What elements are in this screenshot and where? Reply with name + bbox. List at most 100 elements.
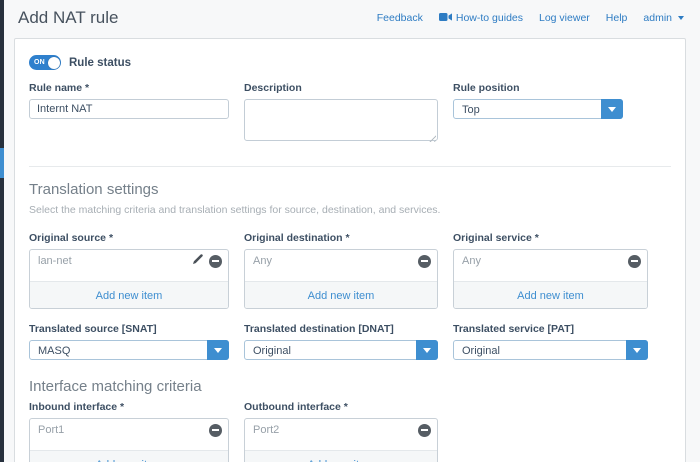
original-destination-label: Original destination *	[244, 232, 438, 244]
item-value: lan-net	[38, 255, 72, 267]
minus-circle-icon[interactable]	[209, 255, 222, 268]
admin-menu[interactable]: admin	[643, 12, 684, 24]
feedback-link[interactable]: Feedback	[377, 12, 423, 24]
description-textarea-wrap	[244, 99, 438, 146]
translated-service-group: Translated service [PAT] Original	[453, 323, 648, 360]
rule-status-label: Rule status	[69, 57, 131, 69]
page-title: Add NAT rule	[18, 8, 118, 28]
item-box-footer: Add new item	[245, 450, 437, 462]
scrollbar-thumb[interactable]	[0, 148, 4, 178]
translated-destination-label: Translated destination [DNAT]	[244, 323, 438, 335]
translation-settings-subtext: Select the matching criteria and transla…	[29, 204, 671, 216]
original-source-group: Original source * lan-net Add new item	[29, 232, 229, 309]
translated-destination-group: Translated destination [DNAT] Original	[244, 323, 438, 360]
translated-service-value: Original	[462, 345, 500, 357]
translated-destination-value: Original	[253, 345, 291, 357]
translated-row: Translated source [SNAT] MASQ Translated…	[29, 323, 671, 360]
item-box-spacer	[454, 272, 647, 281]
caret-down-icon[interactable]	[207, 340, 229, 360]
list-item: lan-net	[30, 250, 228, 272]
top-bar: Add NAT rule Feedback How-to guides Log …	[0, 0, 700, 32]
description-field-group: Description	[244, 82, 438, 146]
admin-label: admin	[643, 12, 672, 24]
rule-status-row: ON Rule status	[29, 55, 671, 70]
sidebar-edge-strip	[0, 0, 4, 462]
howto-guides-label: How-to guides	[456, 12, 523, 24]
log-viewer-link[interactable]: Log viewer	[539, 12, 590, 24]
translated-service-label: Translated service [PAT]	[453, 323, 648, 335]
interface-row: Inbound interface * Port1 Add new item O…	[29, 401, 671, 462]
caret-down-icon	[678, 16, 684, 20]
item-box-footer: Add new item	[30, 450, 228, 462]
list-item: Port1	[30, 419, 228, 441]
log-viewer-label: Log viewer	[539, 12, 590, 24]
add-nat-rule-form-panel: ON Rule status Rule name * Description R…	[14, 38, 686, 462]
item-value: Any	[253, 255, 272, 267]
outbound-interface-group: Outbound interface * Port2 Add new item	[244, 401, 438, 462]
rule-name-input[interactable]	[29, 99, 229, 119]
translated-source-value: MASQ	[38, 345, 70, 357]
caret-down-icon[interactable]	[626, 340, 648, 360]
add-new-item-link[interactable]: Add new item	[96, 290, 163, 302]
rule-position-field-group: Rule position Top	[453, 82, 648, 119]
translation-settings-heading: Translation settings	[29, 181, 671, 198]
item-icons	[418, 424, 431, 437]
rule-position-value: Top	[462, 104, 480, 116]
caret-down-icon[interactable]	[601, 99, 623, 119]
interface-criteria-heading: Interface matching criteria	[29, 378, 671, 395]
inbound-interface-label: Inbound interface *	[29, 401, 229, 413]
translated-service-select[interactable]: Original	[453, 340, 648, 360]
list-item: Any	[245, 250, 437, 272]
original-criteria-row: Original source * lan-net Add new item O…	[29, 232, 671, 309]
translated-source-group: Translated source [SNAT] MASQ	[29, 323, 229, 360]
video-camera-icon	[439, 12, 452, 25]
translated-destination-select[interactable]: Original	[244, 340, 438, 360]
minus-circle-icon[interactable]	[209, 424, 222, 437]
original-destination-box: Any Add new item	[244, 249, 438, 309]
list-item: Any	[454, 250, 647, 272]
feedback-link-label: Feedback	[377, 12, 423, 24]
inbound-interface-box: Port1 Add new item	[29, 418, 229, 462]
toggle-knob	[48, 57, 60, 69]
item-box-footer: Add new item	[245, 281, 437, 308]
pencil-icon[interactable]	[192, 252, 204, 270]
item-box-spacer	[245, 272, 437, 281]
minus-circle-icon[interactable]	[418, 255, 431, 268]
item-icons	[418, 255, 431, 268]
translated-source-select[interactable]: MASQ	[29, 340, 229, 360]
item-icons	[192, 252, 222, 270]
item-box-spacer	[30, 272, 228, 281]
item-icons	[628, 255, 641, 268]
list-item: Port2	[245, 419, 437, 441]
item-value: Port2	[253, 424, 279, 436]
section-divider	[29, 166, 671, 167]
help-link[interactable]: Help	[606, 12, 628, 24]
item-icons	[209, 424, 222, 437]
description-label: Description	[244, 82, 438, 94]
outbound-interface-box: Port2 Add new item	[244, 418, 438, 462]
caret-down-icon[interactable]	[416, 340, 438, 360]
add-new-item-link[interactable]: Add new item	[308, 290, 375, 302]
original-service-label: Original service *	[453, 232, 648, 244]
original-service-box: Any Add new item	[453, 249, 648, 309]
item-box-spacer	[245, 441, 437, 450]
howto-guides-link[interactable]: How-to guides	[439, 12, 523, 25]
description-textarea[interactable]	[244, 99, 438, 141]
original-source-box: lan-net Add new item	[29, 249, 229, 309]
rule-position-label: Rule position	[453, 82, 648, 94]
help-label: Help	[606, 12, 628, 24]
rule-status-toggle[interactable]: ON	[29, 55, 61, 70]
minus-circle-icon[interactable]	[628, 255, 641, 268]
original-destination-group: Original destination * Any Add new item	[244, 232, 438, 309]
item-value: Port1	[38, 424, 64, 436]
original-source-label: Original source *	[29, 232, 229, 244]
top-links: Feedback How-to guides Log viewer Help a…	[377, 12, 684, 25]
item-box-footer: Add new item	[454, 281, 647, 308]
item-box-spacer	[30, 441, 228, 450]
add-new-item-link[interactable]: Add new item	[517, 290, 584, 302]
translated-source-label: Translated source [SNAT]	[29, 323, 229, 335]
item-value: Any	[462, 255, 481, 267]
inbound-interface-group: Inbound interface * Port1 Add new item	[29, 401, 229, 462]
minus-circle-icon[interactable]	[418, 424, 431, 437]
rule-position-select[interactable]: Top	[453, 99, 623, 119]
